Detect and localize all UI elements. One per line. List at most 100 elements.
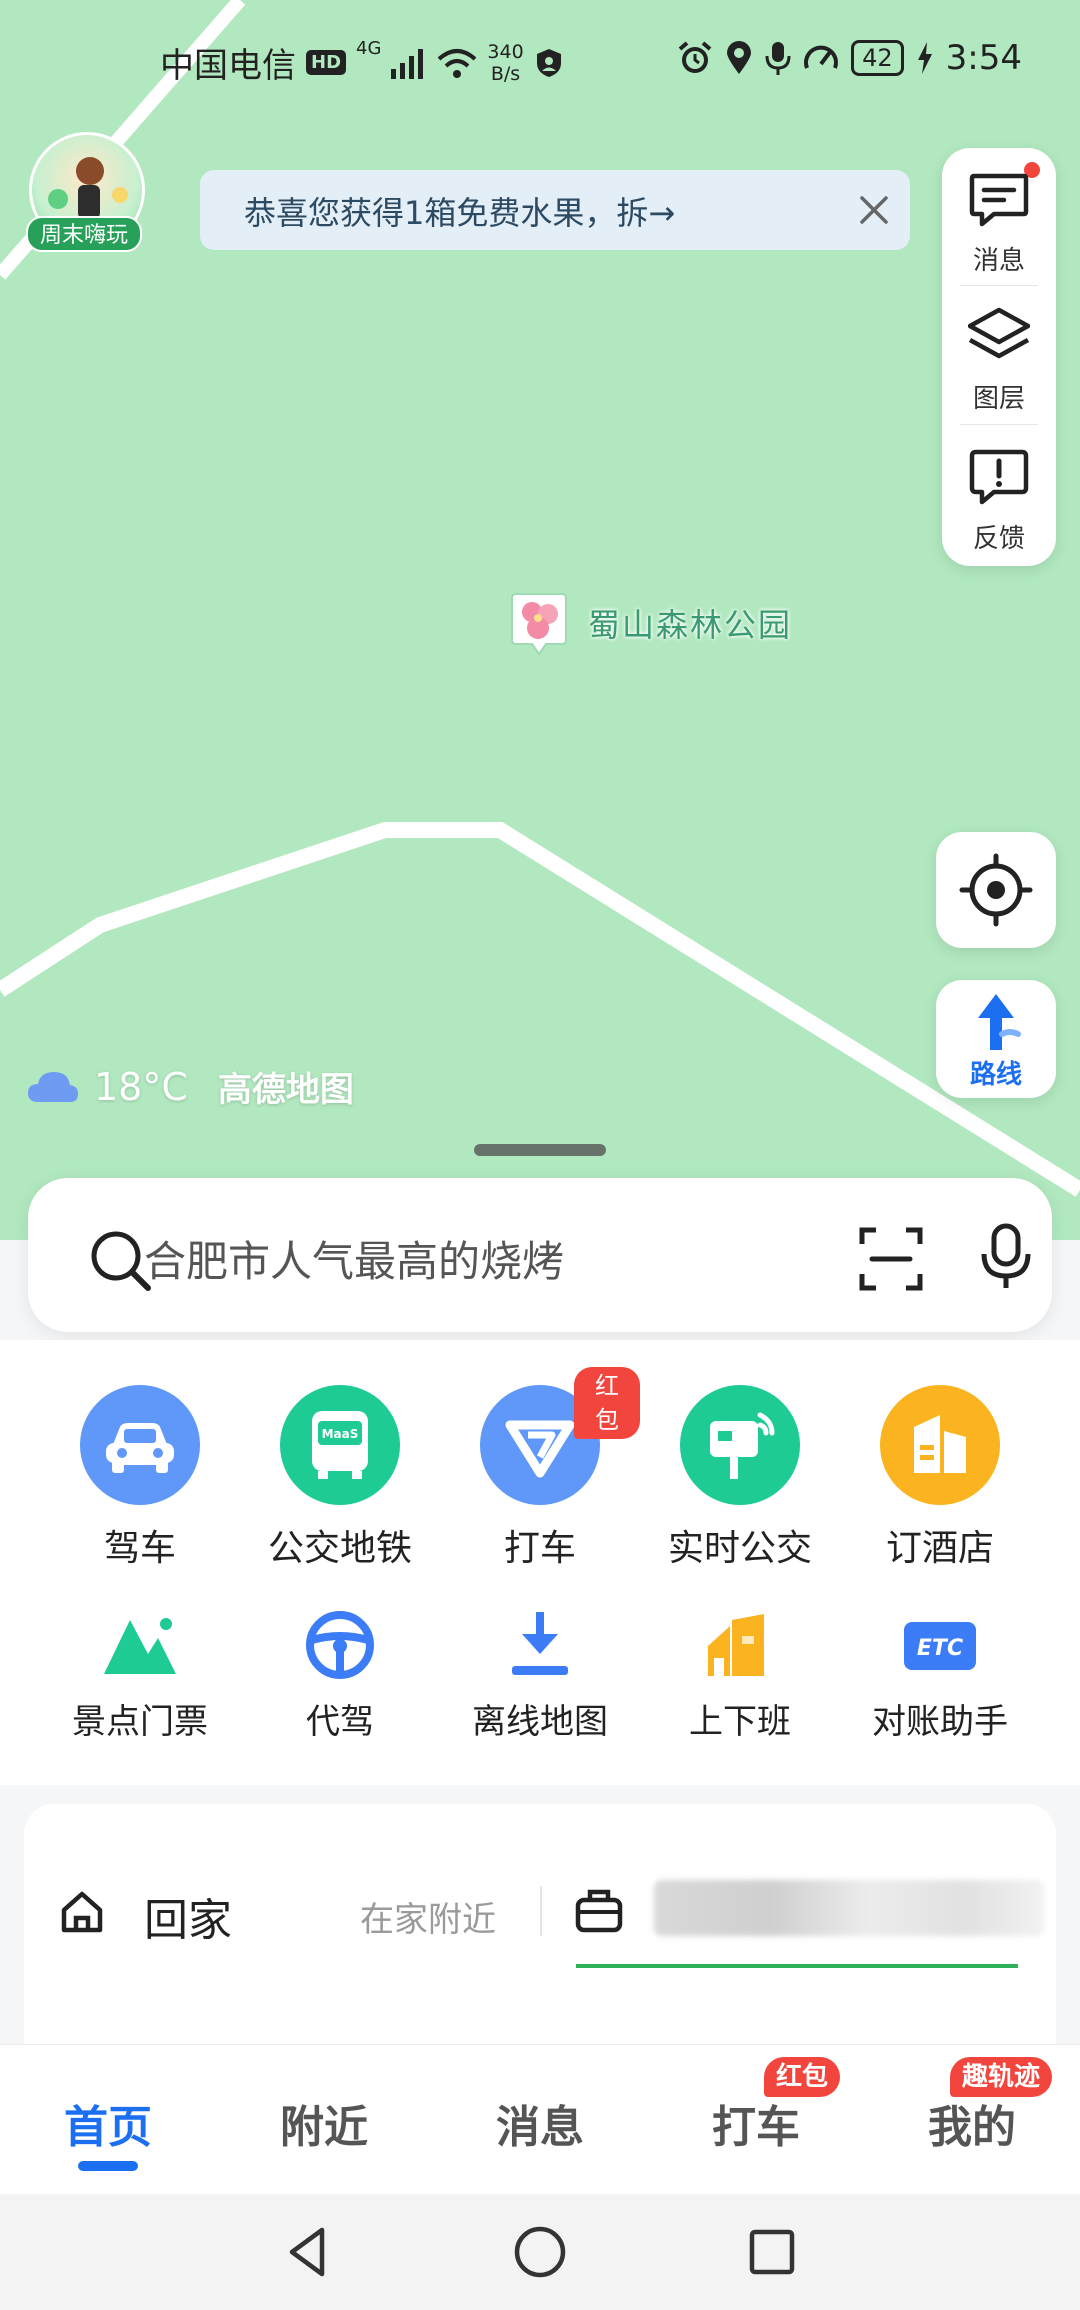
locate-icon: [959, 853, 1033, 927]
steering-wheel-icon: [306, 1611, 374, 1679]
feature-drive[interactable]: 驾车: [40, 1385, 240, 1571]
feature-designated-driver[interactable]: 代驾: [240, 1610, 440, 1743]
feature-taxi[interactable]: 打车 红包: [440, 1367, 640, 1571]
home-icon: [61, 1891, 103, 1933]
bottom-tab-bar: 首页 附近 消息 打车 红包 我的 趣轨迹: [0, 2044, 1080, 2195]
feature-label: 上下班: [689, 1702, 791, 1742]
tab-me[interactable]: 我的: [872, 2091, 1072, 2155]
flower-pin-icon: [511, 593, 567, 656]
svg-text:ETC: ETC: [917, 1636, 963, 1661]
tab-taxi[interactable]: 打车: [656, 2091, 856, 2155]
net-speed: 340 B/s: [487, 40, 524, 85]
feature-label: 订酒店: [885, 1528, 994, 1569]
microphone-status-icon: [765, 42, 791, 75]
hotel-icon: [880, 1385, 1000, 1505]
home-nav-icon[interactable]: [510, 2222, 570, 2282]
red-packet-badge: 红包: [574, 1367, 640, 1439]
map-side-panel: 消息 图层 反馈: [942, 148, 1056, 566]
charging-icon: [917, 42, 932, 74]
briefcase-icon: [575, 1889, 623, 1933]
vpn-icon: [536, 48, 561, 77]
search-bar[interactable]: 合肥市人气最高的烧烤: [28, 1178, 1052, 1332]
divider: [540, 1886, 542, 1936]
promo-banner[interactable]: 恭喜您获得1箱免费水果，拆→: [200, 170, 910, 250]
feature-label: 打车: [503, 1528, 576, 1569]
side-message-button[interactable]: 消息: [942, 148, 1056, 284]
feature-label: 实时公交: [667, 1528, 812, 1569]
red-packet-badge: 红包: [764, 2057, 841, 2097]
recents-icon[interactable]: [742, 2222, 802, 2282]
locate-me-button[interactable]: [936, 832, 1056, 948]
route-label: 路线: [969, 1060, 1022, 1090]
promo-text[interactable]: 恭喜您获得1箱免费水果，拆→: [244, 188, 675, 234]
company-address-redacted[interactable]: [654, 1880, 1044, 1936]
download-icon: [512, 1612, 568, 1675]
tab-home[interactable]: 首页: [8, 2091, 208, 2155]
route-arrow-icon: [978, 994, 1021, 1050]
feature-hotel[interactable]: 订酒店: [840, 1385, 1040, 1571]
svg-text:MaaS: MaaS: [322, 1427, 359, 1441]
feature-label: 代驾: [306, 1702, 374, 1742]
carrier-label: 中国电信: [160, 46, 296, 86]
alarm-icon: [678, 41, 712, 73]
feature-label: 对账助手: [872, 1702, 1008, 1742]
wifi-icon: [438, 48, 477, 78]
feedback-icon: [969, 449, 1029, 505]
side-layers-label: 图层: [972, 384, 1025, 414]
hd-badge: HD: [306, 50, 347, 75]
shortcut-card: 回家 在家附近: [24, 1804, 1056, 2044]
microphone-icon[interactable]: [978, 1222, 1034, 1292]
mountain-icon: [104, 1618, 176, 1674]
sheet-drag-handle[interactable]: [474, 1144, 606, 1156]
feature-scenic-tickets[interactable]: 景点门票: [40, 1610, 240, 1743]
tab-messages[interactable]: 消息: [440, 2091, 640, 2155]
speed-icon: [804, 45, 839, 69]
track-badge: 趣轨迹: [950, 2057, 1053, 2097]
feature-etc-assistant[interactable]: ETC 对账助手: [840, 1610, 1040, 1743]
search-placeholder[interactable]: 合肥市人气最高的烧烤: [144, 1228, 564, 1289]
etc-icon: ETC: [904, 1622, 976, 1670]
building-icon: [708, 1614, 764, 1676]
side-layers-button[interactable]: 图层: [942, 286, 1056, 422]
signal-icon: [391, 48, 424, 79]
close-icon[interactable]: [848, 184, 900, 236]
message-icon: [969, 173, 1029, 227]
go-home-button[interactable]: 回家: [144, 1884, 232, 1948]
feature-grid: 驾车 MaaS 公交地铁 打车 红包 实时公交 订酒店 景点门票 代驾 离线地图…: [0, 1340, 1080, 1785]
route-button[interactable]: 路线: [936, 980, 1056, 1098]
feature-label: 公交地铁: [267, 1528, 412, 1569]
poi-marker[interactable]: 蜀山森林公园: [504, 588, 792, 658]
poi-name[interactable]: 蜀山森林公园: [588, 600, 792, 646]
side-message-label: 消息: [972, 246, 1025, 276]
layers-icon: [968, 307, 1030, 359]
battery-level: 42: [851, 40, 904, 76]
side-feedback-label: 反馈: [972, 524, 1025, 554]
feature-realtime-bus[interactable]: 实时公交: [640, 1385, 840, 1571]
bus-stop-icon: [680, 1385, 800, 1505]
car-icon: [80, 1385, 200, 1505]
bus-icon: MaaS: [280, 1385, 400, 1505]
status-bar: 中国电信 HD 4G 340 B/s 42 3:54: [0, 0, 1080, 124]
side-feedback-button[interactable]: 反馈: [942, 426, 1056, 562]
weekend-fun-badge[interactable]: 周末嗨玩: [26, 132, 145, 252]
home-status: 在家附近: [360, 1900, 496, 1940]
brand-logo-text: 高德地图: [217, 1070, 354, 1110]
side-divider: [960, 424, 1038, 425]
network-label: 4G: [356, 38, 382, 59]
feature-transit[interactable]: MaaS 公交地铁: [240, 1385, 440, 1571]
system-nav-bar: [0, 2194, 1080, 2310]
weather-widget[interactable]: 18°C 高德地图: [26, 1062, 354, 1111]
feature-label: 驾车: [103, 1528, 176, 1569]
clock: 3:54: [945, 38, 1022, 78]
feature-label: 离线地图: [472, 1702, 608, 1742]
weekend-tag: 周末嗨玩: [26, 216, 142, 252]
weather-temp: 18°C: [94, 1064, 188, 1109]
tab-nearby[interactable]: 附近: [224, 2091, 424, 2155]
back-icon[interactable]: [278, 2222, 338, 2282]
feature-label: 景点门票: [72, 1702, 208, 1742]
feature-offline-map[interactable]: 离线地图: [440, 1610, 640, 1743]
commute-progress-line: [576, 1964, 1018, 1968]
scan-icon[interactable]: [858, 1226, 924, 1292]
feature-commute[interactable]: 上下班: [640, 1610, 840, 1743]
location-icon: [727, 41, 752, 74]
